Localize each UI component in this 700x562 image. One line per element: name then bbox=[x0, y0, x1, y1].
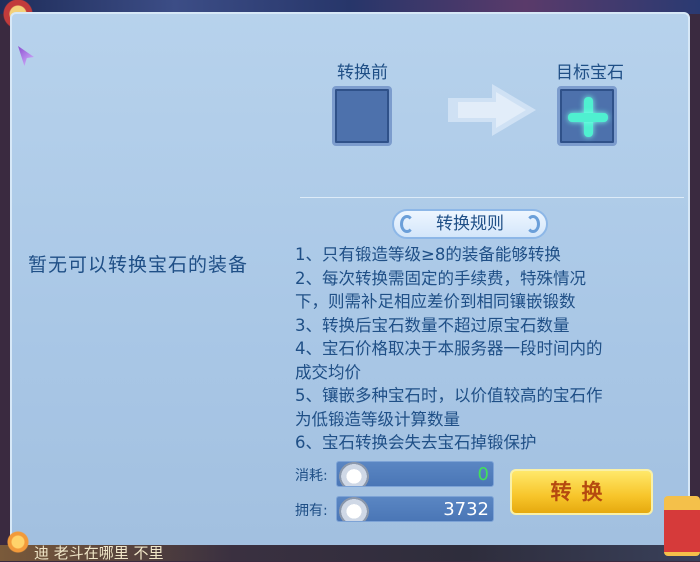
section-divider bbox=[300, 197, 684, 198]
chat-bar: 迪 老斗在哪里 不里 bbox=[0, 545, 700, 561]
empty-equipment-message: 暂无可以转换宝石的装备 bbox=[28, 254, 249, 276]
own-label: 拥有: bbox=[295, 503, 328, 519]
rule-line: 6、宝石转换会失去宝石掉锻保护 bbox=[295, 433, 537, 452]
rule-line: 2、每次转换需固定的手续费，特殊情况 bbox=[295, 268, 586, 288]
scroll-curl-right-icon bbox=[526, 215, 540, 233]
rule-line: 5、镶嵌多种宝石时，以价值较高的宝石作 bbox=[295, 386, 603, 405]
rule-line: 3、转换后宝石数量不超过原宝石数量 bbox=[295, 315, 570, 335]
own-field: 3732 bbox=[336, 496, 494, 522]
flower-decoration-icon bbox=[0, 528, 36, 558]
consume-field: 0 bbox=[336, 461, 494, 487]
rule-line: 下，则需补足相应差价到相同镶嵌锻数 bbox=[295, 292, 576, 311]
before-slot-label: 转换前 bbox=[337, 63, 388, 83]
target-gem-slot[interactable] bbox=[557, 86, 617, 146]
own-value: 3732 bbox=[443, 499, 489, 520]
rules-list: 1、只有锻造等级≥8的装备能够转换 2、每次转换需固定的手续费，特殊情况 下，则… bbox=[295, 243, 675, 455]
target-slot-label: 目标宝石 bbox=[556, 63, 624, 83]
consume-label: 消耗: bbox=[295, 468, 328, 484]
rule-line: 1、只有锻造等级≥8的装备能够转换 bbox=[295, 245, 561, 264]
convert-arrow-icon bbox=[448, 84, 536, 136]
plus-icon-bar bbox=[568, 113, 608, 122]
before-gem-slot[interactable] bbox=[332, 86, 392, 146]
firecracker-decoration-icon bbox=[664, 496, 700, 556]
silver-ingot-icon bbox=[339, 497, 369, 521]
rule-line: 4、宝石价格取决于本服务器一段时间内的 bbox=[295, 339, 603, 358]
rules-title-banner: 转换规则 bbox=[392, 209, 548, 239]
silver-ingot-icon bbox=[339, 462, 369, 486]
consume-value: 0 bbox=[477, 464, 489, 485]
rules-title: 转换规则 bbox=[436, 214, 504, 234]
rule-line: 成交均价 bbox=[295, 362, 361, 382]
rule-line: 为低锻造等级计算数量 bbox=[295, 409, 460, 429]
scroll-curl-left-icon bbox=[400, 215, 414, 233]
chat-text: 迪 老斗在哪里 不里 bbox=[34, 544, 164, 562]
convert-button[interactable]: 转换 bbox=[510, 469, 653, 515]
